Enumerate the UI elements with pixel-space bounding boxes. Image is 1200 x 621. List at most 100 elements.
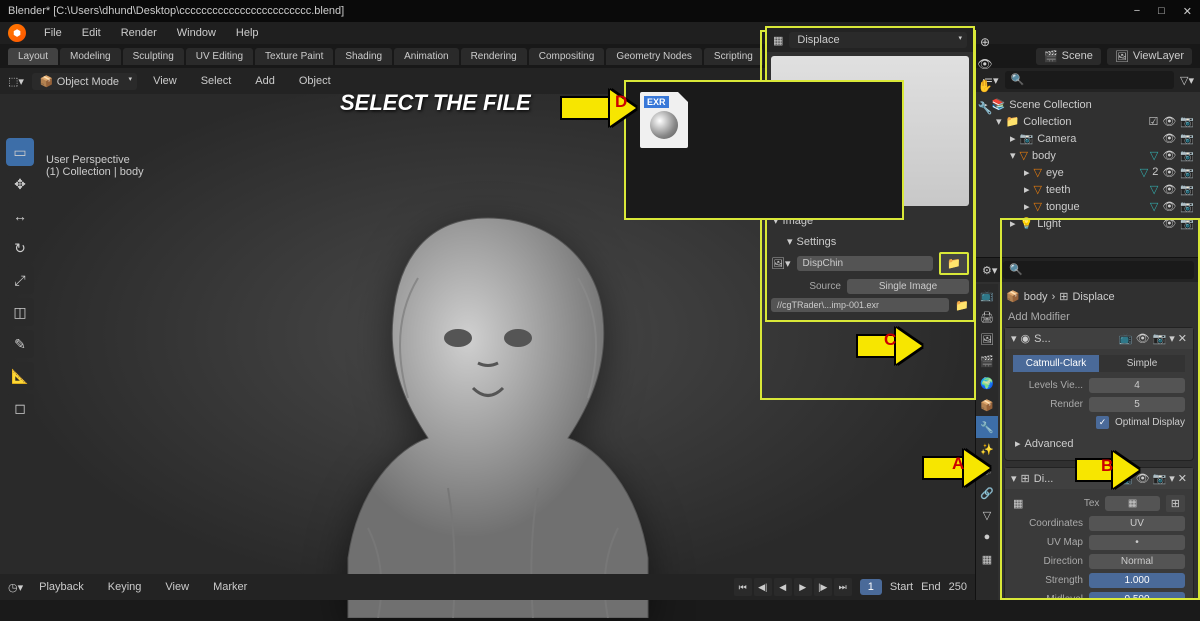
mode-dropdown[interactable]: 📦 Object Mode [32, 73, 137, 90]
btn-next-key[interactable]: |▶ [814, 578, 832, 596]
tool-move[interactable]: ↔ [6, 202, 34, 230]
editor-type-icon[interactable]: ⬚▾ [8, 75, 24, 88]
ptab-modifiers[interactable]: 🔧 [976, 416, 998, 438]
image-name[interactable]: DispChin [797, 256, 934, 271]
coords-dropdown[interactable]: UV [1089, 516, 1185, 531]
menu-edit[interactable]: Edit [74, 25, 109, 41]
tool-addcube[interactable]: ◻ [6, 394, 34, 422]
strength-field[interactable]: 1.000 [1089, 573, 1185, 588]
subsurf-simple[interactable]: Simple [1099, 355, 1185, 372]
texture-field[interactable]: ▦ [1105, 496, 1159, 511]
outliner-search[interactable] [1005, 71, 1174, 89]
show-texture-icon[interactable]: ⊞ [1166, 495, 1185, 512]
tl-marker[interactable]: Marker [205, 579, 255, 595]
subsurf-catmull[interactable]: Catmull-Clark [1013, 355, 1099, 372]
tree-tongue[interactable]: ▸▽tongue▽👁📷 [982, 198, 1194, 215]
ptab-material[interactable]: ● [976, 526, 998, 548]
add-modifier[interactable]: Add Modifier [1004, 307, 1194, 327]
direction-dropdown[interactable]: Normal [1089, 554, 1185, 569]
tab-texture[interactable]: Texture Paint [255, 48, 333, 65]
tab-shading[interactable]: Shading [335, 48, 392, 65]
close-icon[interactable]: ✕ [1183, 5, 1192, 18]
btn-first[interactable]: ⏮ [734, 578, 752, 596]
vp-menu-select[interactable]: Select [193, 73, 240, 89]
props-search[interactable] [1003, 261, 1194, 279]
current-frame[interactable]: 1 [860, 579, 882, 595]
menu-window[interactable]: Window [169, 25, 224, 41]
tree-scene-collection[interactable]: ▸📚Scene Collection [982, 96, 1194, 113]
tool-cursor[interactable]: ✥ [6, 170, 34, 198]
advanced-section[interactable]: ▸Advanced [1013, 433, 1185, 454]
tree-eye[interactable]: ▸▽eye▽2👁📷 [982, 164, 1194, 181]
menu-render[interactable]: Render [113, 25, 165, 41]
tab-geonodes[interactable]: Geometry Nodes [606, 48, 702, 65]
tree-teeth[interactable]: ▸▽teeth▽👁📷 [982, 181, 1194, 198]
side-tab-2[interactable]: 👁 [975, 54, 995, 74]
tool-annotate[interactable]: ✎ [6, 330, 34, 358]
tool-rotate[interactable]: ↻ [6, 234, 34, 262]
tool-select[interactable]: ▭ [6, 138, 34, 166]
tree-body[interactable]: ▾▽body▽👁📷 [982, 147, 1194, 164]
tab-compositing[interactable]: Compositing [529, 48, 605, 65]
tab-scripting[interactable]: Scripting [704, 48, 763, 65]
timeline-editor-icon[interactable]: ◷▾ [8, 581, 23, 594]
tab-animation[interactable]: Animation [394, 48, 458, 65]
uvmap-field[interactable]: • [1089, 535, 1185, 550]
select-mode-1[interactable] [8, 98, 26, 114]
btn-play[interactable]: ▶ [794, 578, 812, 596]
filter-icon[interactable]: ▽▾ [1180, 74, 1194, 87]
viewlayer-selector[interactable]: 🖼ViewLayer [1107, 48, 1192, 65]
props-editor-icon[interactable]: ⚙▾ [982, 264, 997, 277]
tl-playback[interactable]: Playback [31, 579, 92, 595]
select-mode-4[interactable] [68, 98, 86, 114]
scene-selector[interactable]: 🎬Scene [1036, 48, 1101, 65]
tool-scale[interactable]: ⤢ [6, 266, 34, 294]
optimal-display-check[interactable]: ✓ [1096, 416, 1109, 429]
ptab-data[interactable]: ▽ [976, 504, 998, 526]
vp-menu-view[interactable]: View [145, 73, 185, 89]
menu-file[interactable]: File [36, 25, 70, 41]
ptab-object[interactable]: 📦 [976, 394, 998, 416]
tab-layout[interactable]: Layout [8, 48, 58, 65]
ptab-view[interactable]: 🖼 [976, 328, 998, 350]
image-path[interactable]: //cgTRader\...imp-001.exr [771, 298, 949, 312]
browse-path-icon[interactable]: 📁 [955, 299, 969, 312]
tab-uv[interactable]: UV Editing [186, 48, 253, 65]
source-dropdown[interactable]: Single Image [847, 279, 969, 294]
levels-viewport[interactable]: 4 [1089, 378, 1185, 393]
ptab-world[interactable]: 🌍 [976, 372, 998, 394]
ptab-output[interactable]: 🖨 [976, 306, 998, 328]
blender-logo-icon[interactable]: ⬢ [8, 24, 26, 42]
texture-slot-dropdown[interactable]: Displace [789, 32, 967, 48]
minimize-icon[interactable]: − [1134, 5, 1140, 18]
tool-measure[interactable]: 📐 [6, 362, 34, 390]
tl-view[interactable]: View [157, 579, 197, 595]
select-mode-5[interactable] [88, 98, 106, 114]
file-exr[interactable]: EXR [636, 92, 692, 148]
side-tab-3[interactable]: ✋ [975, 76, 995, 96]
side-tab-1[interactable]: ⊕ [975, 32, 995, 52]
tree-collection[interactable]: ▾📁Collection☑👁📷 [982, 113, 1194, 130]
maximize-icon[interactable]: □ [1158, 5, 1165, 18]
select-mode-2[interactable] [28, 98, 46, 114]
tl-keying[interactable]: Keying [100, 579, 150, 595]
settings-section[interactable]: ▾Settings [771, 231, 969, 252]
ptab-texture[interactable]: ▦ [976, 548, 998, 570]
tree-camera[interactable]: ▸📷Camera👁📷 [982, 130, 1194, 147]
tool-transform[interactable]: ◫ [6, 298, 34, 326]
vp-menu-add[interactable]: Add [247, 73, 283, 89]
tree-light[interactable]: ▸💡Light👁📷 [982, 215, 1194, 232]
midlevel-field[interactable]: 0.500 [1089, 592, 1185, 600]
btn-last[interactable]: ⏭ [834, 578, 852, 596]
btn-play-rev[interactable]: ◀ [774, 578, 792, 596]
btn-prev-key[interactable]: ◀| [754, 578, 772, 596]
vp-menu-object[interactable]: Object [291, 73, 339, 89]
tab-rendering[interactable]: Rendering [461, 48, 527, 65]
levels-render[interactable]: 5 [1089, 397, 1185, 412]
menu-help[interactable]: Help [228, 25, 267, 41]
side-tab-4[interactable]: 🔧 [975, 98, 995, 118]
tab-sculpting[interactable]: Sculpting [123, 48, 184, 65]
ptab-scene[interactable]: 🎬 [976, 350, 998, 372]
tab-modeling[interactable]: Modeling [60, 48, 121, 65]
ptab-render[interactable]: 📺 [976, 284, 998, 306]
